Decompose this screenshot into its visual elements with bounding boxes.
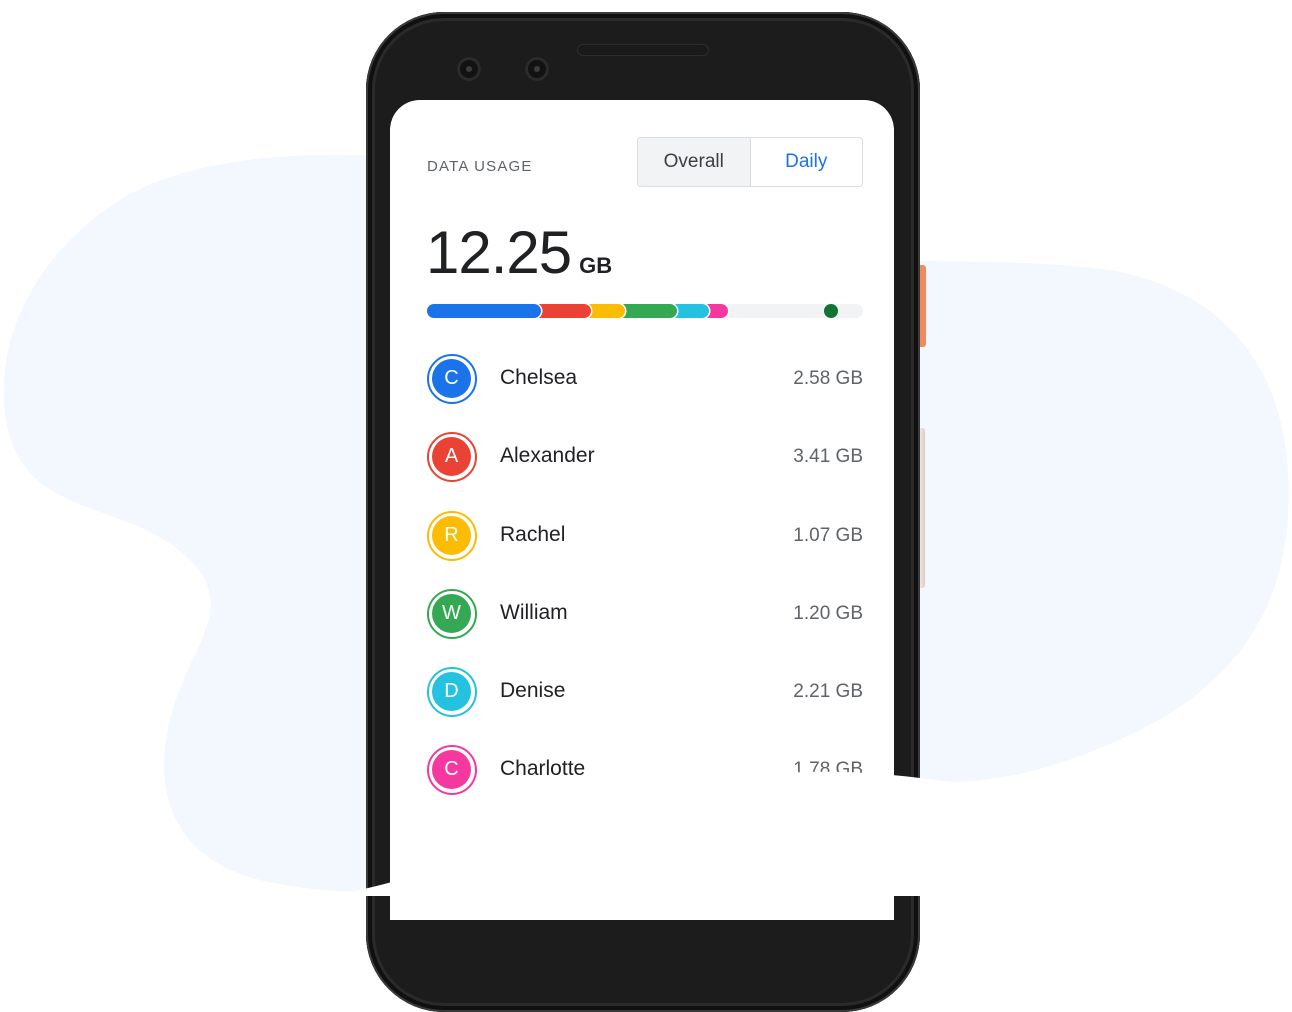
avatar-initial: R [432,516,471,555]
daily-toggle-button[interactable]: Daily [750,138,862,186]
total-usage: 12.25 GB [426,218,612,287]
usage-bar-segment-william [617,304,677,318]
list-item[interactable]: A Alexander 3.41 GB [427,432,863,482]
overall-toggle-button[interactable]: Overall [638,138,751,186]
user-usage: 1.78 GB [793,759,863,780]
front-camera-icon [457,57,481,81]
avatar: R [427,511,477,561]
list-item[interactable]: W William 1.20 GB [427,589,863,639]
view-toggle: Overall Daily [637,137,863,187]
volume-button [920,428,925,588]
user-usage: 2.58 GB [793,368,863,389]
avatar: C [427,745,477,795]
user-name: Denise [500,679,566,702]
avatar-initial: A [432,437,471,476]
user-usage: 1.07 GB [793,525,863,546]
user-name: William [500,601,568,624]
section-title: DATA USAGE [427,158,533,175]
usage-bar [427,304,863,318]
avatar-initial: D [432,672,471,711]
avatar-initial: C [432,359,471,398]
user-usage: 3.41 GB [793,446,863,467]
avatar: W [427,589,477,639]
front-sensor-icon [525,57,549,81]
usage-bar-marker[interactable] [824,304,838,318]
user-usage: 1.20 GB [793,603,863,624]
avatar: D [427,667,477,717]
avatar: C [427,354,477,404]
user-name: Chelsea [500,366,578,389]
earpiece-speaker [577,44,709,56]
list-item[interactable]: C Charlotte 1.78 GB [427,745,863,795]
total-usage-value: 12.25 [426,219,572,286]
user-name: Charlotte [500,757,586,780]
phone-screen: DATA USAGE Overall Daily 12.25 GB C Chels… [390,100,894,920]
total-usage-unit: GB [579,253,613,278]
usage-bar-segment-alexander [533,304,591,318]
list-item[interactable]: D Denise 2.21 GB [427,667,863,717]
list-item[interactable]: R Rachel 1.07 GB [427,511,863,561]
user-name: Rachel [500,523,566,546]
user-name: Alexander [500,444,595,467]
avatar: A [427,432,477,482]
list-item[interactable]: C Chelsea 2.58 GB [427,354,863,404]
avatar-initial: W [432,594,471,633]
user-usage: 2.21 GB [793,681,863,702]
power-button [920,265,926,347]
usage-bar-segment-chelsea [427,304,541,318]
avatar-initial: C [432,750,471,789]
